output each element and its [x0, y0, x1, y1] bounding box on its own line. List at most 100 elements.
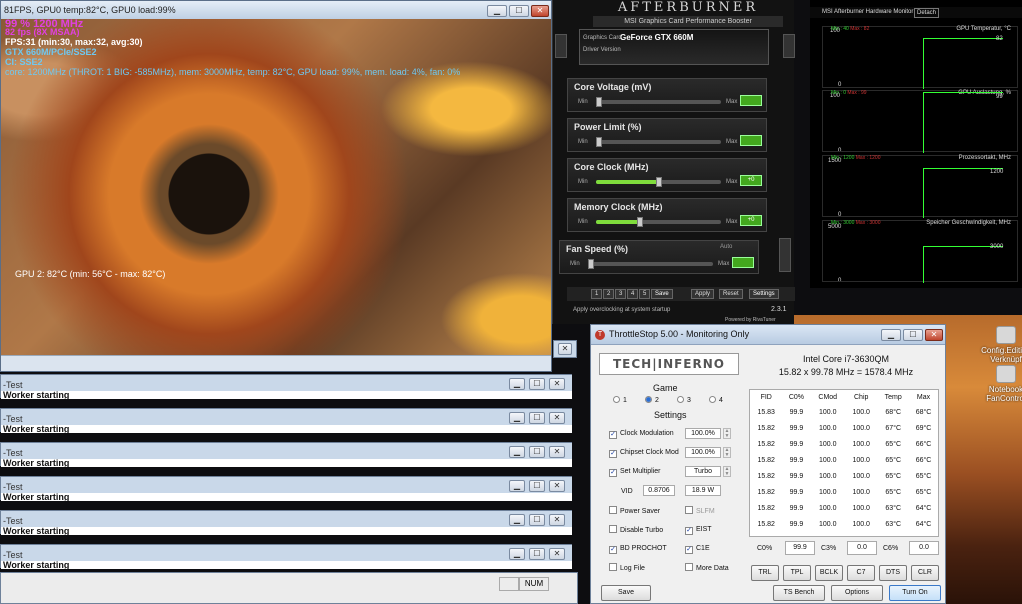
- console-window[interactable]: -Test ▁ ☐ ✕ Worker starting: [0, 442, 572, 467]
- multiplier-value[interactable]: Turbo: [685, 466, 721, 477]
- core-voltage-slider[interactable]: Core Voltage (mV) Min Max: [567, 78, 767, 112]
- eist-checkbox[interactable]: ✓ EIST: [685, 525, 712, 535]
- turn-on-button[interactable]: Turn On: [889, 585, 941, 601]
- startup-checkbox-label[interactable]: Apply overclocking at system startup: [573, 307, 670, 313]
- render-window[interactable]: 81FPS, GPU0 temp:82°C, GPU0 load:99% ▁ ☐…: [0, 0, 552, 372]
- profile-4-button[interactable]: 4: [627, 289, 639, 299]
- slider-value-box[interactable]: +0: [740, 175, 762, 186]
- slider-knob[interactable]: [596, 137, 602, 147]
- console-window[interactable]: -Test ▁ ☐ ✕ Worker starting: [0, 544, 572, 569]
- close-button[interactable]: ✕: [549, 412, 565, 424]
- power-limit-slider[interactable]: Power Limit (%) Min Max: [567, 118, 767, 152]
- maximize-button[interactable]: ☐: [529, 378, 545, 390]
- minimize-button[interactable]: ▁: [509, 446, 525, 458]
- profile-3-button[interactable]: 3: [615, 289, 627, 299]
- minimize-button[interactable]: ▁: [509, 378, 525, 390]
- minimize-button[interactable]: ▁: [881, 329, 901, 341]
- profile-radio-4[interactable]: 4: [709, 396, 723, 404]
- console-window[interactable]: -Test ▁ ☐ ✕ Worker starting: [0, 374, 572, 399]
- console-window[interactable]: -Test ▁ ☐ ✕ Worker starting: [0, 476, 572, 501]
- slider-knob[interactable]: [588, 259, 594, 269]
- fan-speed-slider[interactable]: Fan Speed (%) Min Max Auto: [559, 240, 759, 274]
- slider-track[interactable]: [596, 97, 721, 107]
- slider-track[interactable]: [596, 177, 721, 187]
- close-button[interactable]: ✕: [549, 446, 565, 458]
- slider-knob[interactable]: [596, 97, 602, 107]
- minimize-button[interactable]: ▁: [509, 514, 525, 526]
- console-window-edge[interactable]: ✕: [553, 340, 577, 358]
- maximize-button[interactable]: ☐: [509, 5, 529, 17]
- console-window[interactable]: -Test ▁ ☐ ✕ Worker starting: [0, 510, 572, 535]
- close-button[interactable]: ✕: [549, 378, 565, 390]
- profile-5-button[interactable]: 5: [639, 289, 651, 299]
- c1e-checkbox[interactable]: ✓ C1E: [685, 544, 710, 554]
- slider-track[interactable]: [588, 259, 713, 269]
- slfm-checkbox[interactable]: SLFM: [685, 506, 715, 517]
- disable-turbo-checkbox[interactable]: Disable Turbo: [609, 525, 663, 536]
- clock-modulation-spinner[interactable]: ▲ ▼: [723, 428, 731, 439]
- profile-radio-2[interactable]: 2: [645, 396, 659, 404]
- slider-value-box[interactable]: +0: [740, 215, 762, 226]
- close-button[interactable]: ✕: [549, 480, 565, 492]
- fan-auto-toggle[interactable]: Auto: [720, 244, 732, 250]
- afterburner-window[interactable]: AFTERBURNER MSI Graphics Card Performanc…: [552, 0, 795, 324]
- profile-radio-3[interactable]: 3: [677, 396, 691, 404]
- minimize-button[interactable]: ▁: [509, 412, 525, 424]
- slider-track[interactable]: [596, 137, 721, 147]
- close-button[interactable]: ✕: [549, 548, 565, 560]
- maximize-button[interactable]: ☐: [529, 548, 545, 560]
- detach-button[interactable]: Detach: [914, 8, 940, 18]
- techinferno-logo[interactable]: TECH|INFERNO: [599, 353, 739, 375]
- profile-2-button[interactable]: 2: [603, 289, 615, 299]
- slider-value-box[interactable]: [732, 257, 754, 268]
- minimize-button[interactable]: ▁: [509, 480, 525, 492]
- set-multiplier-checkbox[interactable]: ✓ Set Multiplier: [609, 467, 660, 477]
- throttlestop-window[interactable]: T ThrottleStop 5.00 - Monitoring Only ▁ …: [590, 324, 946, 604]
- trl-button[interactable]: TRL: [751, 565, 779, 581]
- memory-clock-slider[interactable]: Memory Clock (MHz) Min Max +0: [567, 198, 767, 232]
- apply-button[interactable]: Apply: [691, 289, 715, 299]
- chipset-clock-mod-checkbox[interactable]: ✓ Chipset Clock Mod: [609, 448, 679, 458]
- slider-knob[interactable]: [655, 177, 662, 187]
- minimize-button[interactable]: ▁: [487, 5, 507, 17]
- profile-1-button[interactable]: 1: [591, 289, 603, 299]
- more-data-checkbox[interactable]: More Data: [685, 563, 729, 574]
- clr-button[interactable]: CLR: [911, 565, 939, 581]
- tpl-button[interactable]: TPL: [783, 565, 811, 581]
- close-button[interactable]: ✕: [531, 5, 549, 17]
- dts-button[interactable]: DTS: [879, 565, 907, 581]
- maximize-button[interactable]: ☐: [903, 329, 923, 341]
- multiplier-spinner[interactable]: ▲ ▼: [723, 466, 731, 477]
- hardware-monitor-window[interactable]: MSI Afterburner Hardware Monitor Detach …: [810, 0, 1022, 288]
- desktop-icon-fancontrol[interactable]: Notebook FanControl: [976, 365, 1022, 403]
- options-button[interactable]: Options: [831, 585, 883, 601]
- power-saver-checkbox[interactable]: Power Saver: [609, 506, 660, 517]
- info-icon[interactable]: [783, 34, 795, 58]
- maximize-button[interactable]: ☐: [529, 480, 545, 492]
- reset-button[interactable]: Reset: [719, 289, 743, 299]
- desktop-icon-config[interactable]: Config.Edition Verknüpf: [976, 326, 1022, 364]
- console-window[interactable]: -Test ▁ ☐ ✕ Worker starting: [0, 408, 572, 433]
- slider-track[interactable]: [596, 217, 721, 227]
- bclk-button[interactable]: BCLK: [815, 565, 843, 581]
- minimize-button[interactable]: ▁: [509, 548, 525, 560]
- lock-icon[interactable]: [779, 238, 791, 272]
- close-button[interactable]: ✕: [558, 343, 572, 355]
- save-button[interactable]: Save: [651, 289, 673, 299]
- render-viewport[interactable]: 99 % 1200 MHz 82 fps (8X MSAA) FPS:31 (m…: [1, 19, 551, 357]
- slider-knob[interactable]: [636, 217, 643, 227]
- maximize-button[interactable]: ☐: [529, 412, 545, 424]
- maximize-button[interactable]: ☐: [529, 514, 545, 526]
- save-button[interactable]: Save: [601, 585, 651, 601]
- chipset-clock-mod-spinner[interactable]: ▲ ▼: [723, 447, 731, 458]
- ts-bench-button[interactable]: TS Bench: [773, 585, 825, 601]
- profile-radio-1[interactable]: 1: [613, 396, 627, 404]
- close-button[interactable]: ✕: [925, 329, 943, 341]
- settings-button[interactable]: Settings: [749, 289, 779, 299]
- clock-modulation-value[interactable]: 100.0%: [685, 428, 721, 439]
- log-file-checkbox[interactable]: Log File: [609, 563, 645, 574]
- chevron-left-icon[interactable]: [555, 34, 567, 58]
- maximize-button[interactable]: ☐: [529, 446, 545, 458]
- core-clock-slider[interactable]: Core Clock (MHz) Min Max +0: [567, 158, 767, 192]
- close-button[interactable]: ✕: [549, 514, 565, 526]
